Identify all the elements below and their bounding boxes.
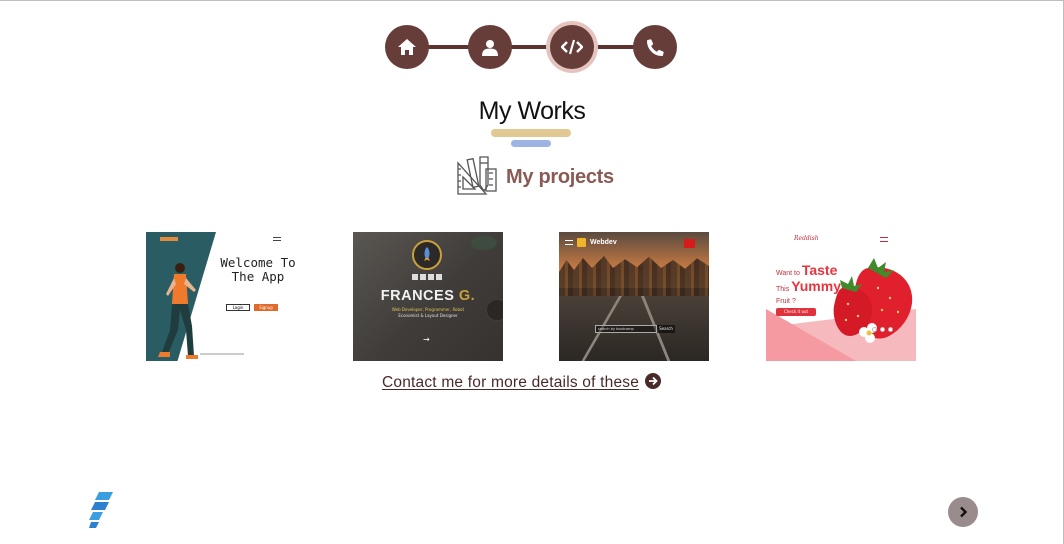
title-underline-blue [511, 140, 551, 147]
project-thumb-welcome-app[interactable]: Welcome To The App Login Signup [146, 232, 296, 361]
step-connector-line [405, 45, 657, 49]
nav-step-works[interactable] [550, 25, 594, 69]
check-it-out-button: Check it out [776, 308, 816, 316]
menu-icon [880, 237, 888, 242]
red-button [684, 239, 695, 248]
brand-badge-icon [577, 238, 586, 247]
webdev-navbar: Webdev [565, 238, 617, 247]
phone-icon [646, 38, 664, 56]
nav-step-home[interactable] [385, 25, 429, 69]
runner-illustration-icon [158, 260, 204, 361]
portfolio-tagline-1: Web Developer, Programmer, Robot [391, 307, 465, 312]
project-thumb-webdev[interactable]: Webdev search by bootcamp Search [559, 232, 709, 361]
arrow-circle-right-icon [645, 373, 662, 393]
step-navigation [385, 25, 677, 69]
portfolio-tagline-2: Economist & Layout Designer [398, 313, 458, 318]
signup-button: Signup [254, 304, 278, 311]
drafting-tools-icon [456, 155, 498, 199]
portfolio-name: FRANCES G. [380, 288, 476, 304]
project-thumb-portfolio[interactable]: FRANCES G. Web Developer, Programmer, Ro… [353, 232, 503, 361]
rocket-icon [421, 246, 433, 265]
subtitle-text: My projects [506, 165, 614, 188]
search-button: Search [657, 325, 675, 333]
title-underline-gold [491, 129, 571, 137]
arrow-right-icon: → [423, 335, 430, 344]
strawberry-illustration-icon [828, 254, 916, 348]
hamburger-icon [565, 240, 573, 245]
rocket-avatar [412, 240, 442, 270]
section-title: My Works [478, 97, 586, 125]
project-heading: Welcome To The App [220, 255, 296, 284]
chevron-right-icon [958, 503, 968, 522]
code-icon [561, 39, 583, 55]
app-logo [160, 237, 178, 241]
next-page-button[interactable] [948, 497, 978, 527]
stacked-logo-icon[interactable] [89, 492, 113, 532]
menu-icon [273, 237, 281, 241]
project-thumb-strawberry[interactable]: Reddish Want to Taste This Yummy Fruit ?… [766, 232, 916, 361]
reddish-logo: Reddish [794, 235, 819, 242]
nav-step-about[interactable] [468, 25, 512, 69]
plant-decoration [471, 236, 497, 250]
contact-link[interactable]: Contact me for more details of these [382, 373, 662, 393]
webdev-search: search by bootcamp Search [595, 325, 675, 333]
search-input: search by bootcamp [595, 325, 657, 333]
carousel-dots [872, 327, 893, 332]
social-icons [412, 274, 442, 280]
login-button: Login [226, 304, 250, 311]
nav-step-contact[interactable] [633, 25, 677, 69]
home-icon [397, 38, 417, 56]
section-subtitle: My projects [456, 155, 614, 199]
footer-text-line [200, 353, 244, 355]
contact-link-text: Contact me for more details of these [382, 374, 640, 391]
user-icon [482, 39, 498, 56]
webdev-brand: Webdev [590, 239, 617, 246]
